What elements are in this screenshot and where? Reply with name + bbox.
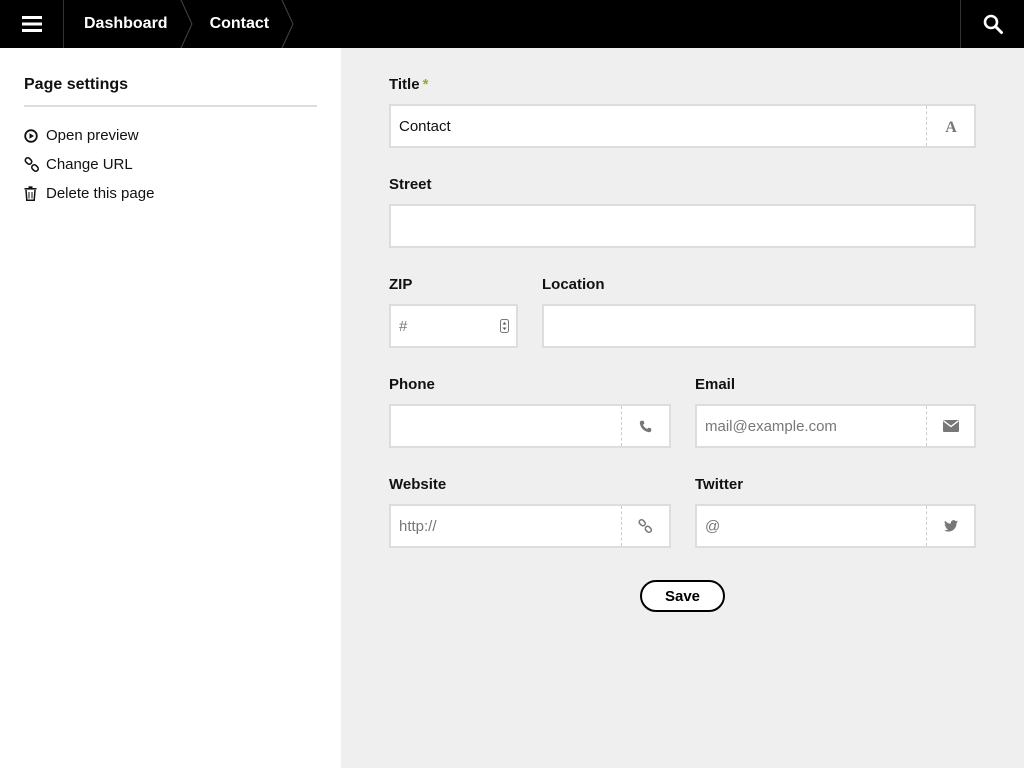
title-label: Title * xyxy=(389,76,428,93)
sidebar-item-change-url[interactable]: Change URL xyxy=(24,150,317,179)
zip-input[interactable] xyxy=(391,306,492,346)
play-circle-icon xyxy=(24,128,44,144)
sidebar-item-open-preview[interactable]: Open preview xyxy=(24,121,317,150)
sidebar: Page settings Open preview Change URL De… xyxy=(0,48,341,768)
sidebar-item-label: Open preview xyxy=(46,127,139,144)
zip-stepper[interactable] xyxy=(492,306,516,346)
svg-text:A: A xyxy=(945,119,957,133)
website-label: Website xyxy=(389,476,447,493)
phone-field xyxy=(389,404,671,448)
sidebar-title: Page settings xyxy=(24,76,317,107)
email-label: Email xyxy=(695,376,736,393)
location-input[interactable] xyxy=(544,306,974,346)
twitter-input[interactable] xyxy=(697,506,926,546)
breadcrumb-label: Contact xyxy=(209,15,270,32)
website-field xyxy=(389,504,671,548)
breadcrumb: Dashboard Contact xyxy=(64,0,960,48)
twitter-label: Twitter xyxy=(695,476,744,493)
required-marker: * xyxy=(422,76,429,93)
search-icon xyxy=(983,14,1003,34)
search-button[interactable] xyxy=(960,0,1024,48)
email-input[interactable] xyxy=(697,406,926,446)
stepper-icon xyxy=(499,319,509,333)
email-field xyxy=(695,404,976,448)
location-label: Location xyxy=(542,276,605,293)
twitter-field xyxy=(695,504,976,548)
menu-button[interactable] xyxy=(0,0,64,48)
breadcrumb-label: Dashboard xyxy=(84,15,168,32)
top-bar: Dashboard Contact xyxy=(0,0,1024,48)
phone-label: Phone xyxy=(389,376,435,393)
street-label: Street xyxy=(389,176,432,193)
envelope-icon xyxy=(926,406,974,446)
title-label-text: Title xyxy=(389,76,420,93)
sidebar-item-label: Delete this page xyxy=(46,185,155,202)
website-input[interactable] xyxy=(391,506,621,546)
location-field xyxy=(542,304,976,348)
breadcrumb-separator-icon xyxy=(281,0,294,48)
zip-label: ZIP xyxy=(389,276,413,293)
breadcrumb-dashboard[interactable]: Dashboard xyxy=(64,0,193,48)
save-button[interactable]: Save xyxy=(640,580,725,612)
phone-icon xyxy=(621,406,669,446)
font-icon: A xyxy=(926,106,974,146)
breadcrumb-contact[interactable]: Contact xyxy=(190,0,294,48)
sidebar-item-delete-page[interactable]: Delete this page xyxy=(24,179,317,208)
main-form: Title* A Street ZIP Location Phone Email xyxy=(341,48,1024,768)
street-field xyxy=(389,204,976,248)
trash-icon xyxy=(24,186,44,202)
title-input[interactable] xyxy=(391,106,926,146)
twitter-icon xyxy=(926,506,974,546)
zip-field xyxy=(389,304,518,348)
phone-input[interactable] xyxy=(391,406,621,446)
sidebar-item-label: Change URL xyxy=(46,156,133,173)
title-field: A xyxy=(389,104,976,148)
chain-link-icon xyxy=(621,506,669,546)
hamburger-icon xyxy=(21,16,42,32)
street-input[interactable] xyxy=(391,206,974,246)
chain-link-icon xyxy=(24,156,44,173)
